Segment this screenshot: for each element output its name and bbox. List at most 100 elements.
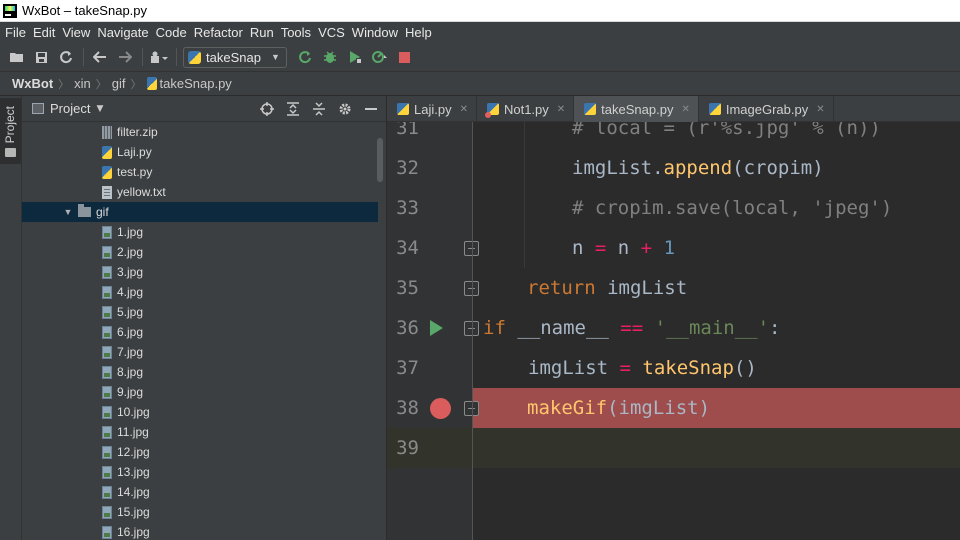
image-file-icon	[102, 505, 112, 519]
tree-file-jpg[interactable]: 14.jpg	[22, 482, 378, 502]
tree-file-jpg[interactable]: 6.jpg	[22, 322, 378, 342]
expand-all-icon[interactable]	[284, 100, 302, 118]
python-file-icon	[708, 103, 721, 115]
run-configuration-select[interactable]: takeSnap ▼	[183, 46, 287, 68]
menu-refactor[interactable]: Refactor	[194, 25, 243, 40]
gear-icon[interactable]	[336, 100, 354, 118]
chevron-down-icon[interactable]: ▼	[96, 104, 103, 114]
project-panel-title[interactable]: Project	[50, 101, 90, 116]
tree-item-label: 10.jpg	[117, 405, 150, 419]
tab-label: takeSnap.py	[601, 101, 674, 117]
tab-takesnap-py[interactable]: takeSnap.py ✕	[574, 96, 699, 122]
tree-file-jpg[interactable]: 7.jpg	[22, 342, 378, 362]
project-tree-scrollbar[interactable]	[377, 138, 383, 182]
run-coverage-icon[interactable]	[345, 47, 365, 67]
python-file-icon	[146, 77, 157, 90]
tree-file-filter-zip[interactable]: filter.zip	[22, 122, 378, 142]
hide-panel-icon[interactable]	[362, 100, 380, 118]
tree-file-jpg[interactable]: 3.jpg	[22, 262, 378, 282]
tab-imagegrab-py[interactable]: ImageGrab.py ✕	[699, 96, 834, 122]
back-icon[interactable]	[90, 47, 110, 67]
image-file-icon	[102, 305, 112, 319]
tree-file-jpg[interactable]: 9.jpg	[22, 382, 378, 402]
zip-file-icon	[102, 125, 112, 139]
menu-code[interactable]: Code	[156, 25, 187, 40]
image-file-icon	[102, 325, 112, 339]
tab-not1-py[interactable]: Not1.py ✕	[477, 96, 575, 122]
menu-run[interactable]: Run	[250, 25, 274, 40]
project-tool-tab[interactable]: Project	[0, 98, 21, 164]
tree-file-jpg[interactable]: 2.jpg	[22, 242, 378, 262]
menu-navigate[interactable]: Navigate	[97, 25, 148, 40]
tree-file-jpg[interactable]: 16.jpg	[22, 522, 378, 540]
menu-help[interactable]: Help	[405, 25, 432, 40]
gutter-divider	[472, 122, 473, 540]
line-number: 37	[396, 357, 419, 379]
image-file-icon	[102, 265, 112, 279]
menu-vcs[interactable]: VCS	[318, 25, 345, 40]
python-file-icon	[188, 50, 201, 64]
tree-file-jpg[interactable]: 10.jpg	[22, 402, 378, 422]
save-icon[interactable]	[31, 47, 51, 67]
image-file-icon	[102, 445, 112, 459]
tree-item-label: 8.jpg	[117, 365, 144, 379]
tree-file-jpg[interactable]: 1.jpg	[22, 222, 378, 242]
code-comment: # local = (r'%s.jpg' % (n))	[572, 122, 881, 139]
code-editor[interactable]: 31 # local = (r'%s.jpg' % (n)) 32 imgLis…	[387, 122, 960, 540]
breakpoint-icon[interactable]	[430, 398, 451, 419]
tree-file-jpg[interactable]: 12.jpg	[22, 442, 378, 462]
close-icon[interactable]: ✕	[460, 104, 468, 115]
menu-view[interactable]: View	[62, 25, 90, 40]
tree-file-jpg[interactable]: 13.jpg	[22, 462, 378, 482]
run-gutter-icon[interactable]	[430, 320, 443, 336]
chevron-down-icon: ▼	[270, 52, 280, 62]
menu-file[interactable]: File	[5, 25, 26, 40]
tree-file-test-py[interactable]: test.py	[22, 162, 378, 182]
forward-icon[interactable]	[115, 47, 135, 67]
vcs-icon[interactable]	[149, 47, 169, 67]
close-icon[interactable]: ✕	[557, 104, 565, 115]
stop-icon[interactable]	[395, 47, 415, 67]
tree-file-jpg[interactable]: 5.jpg	[22, 302, 378, 322]
line-number: 36	[396, 317, 419, 339]
menu-edit[interactable]: Edit	[33, 25, 55, 40]
image-file-icon	[102, 345, 112, 359]
tree-item-label: test.py	[117, 165, 153, 179]
locate-file-icon[interactable]	[258, 100, 276, 118]
breadcrumb-file[interactable]: takeSnap.py	[160, 76, 232, 91]
profile-icon[interactable]	[370, 47, 390, 67]
tree-file-jpg[interactable]: 8.jpg	[22, 362, 378, 382]
tree-file-jpg[interactable]: 15.jpg	[22, 502, 378, 522]
close-icon[interactable]: ✕	[816, 104, 824, 115]
tree-folder-gif[interactable]: ▼ gif	[22, 202, 378, 222]
tree-file-jpg[interactable]: 11.jpg	[22, 422, 378, 442]
image-file-icon	[102, 385, 112, 399]
sync-icon[interactable]	[56, 47, 76, 67]
menu-tools[interactable]: Tools	[281, 25, 311, 40]
tree-file-yellow-txt[interactable]: yellow.txt	[22, 182, 378, 202]
breadcrumb-folder-xin[interactable]: xin	[74, 76, 91, 91]
tree-item-label: 7.jpg	[117, 345, 144, 359]
project-panel-header: Project ▼	[22, 96, 386, 122]
python-file-icon	[102, 145, 112, 159]
image-file-icon	[102, 365, 112, 379]
code-comment: # cropim.save(local, 'jpeg')	[572, 197, 893, 219]
breadcrumb-project[interactable]: WxBot	[12, 76, 53, 91]
indent-guide	[524, 228, 525, 268]
tree-item-label: 12.jpg	[117, 445, 150, 459]
collapse-all-icon[interactable]	[310, 100, 328, 118]
chevron-down-icon[interactable]: ▼	[62, 207, 74, 217]
open-folder-icon[interactable]	[6, 47, 26, 67]
menu-window[interactable]: Window	[352, 25, 398, 40]
close-icon[interactable]: ✕	[681, 104, 689, 115]
tab-laji-py[interactable]: Laji.py ✕	[387, 96, 477, 122]
toolbar-separator	[176, 48, 177, 66]
rerun-icon[interactable]	[295, 47, 315, 67]
tree-file-laji-py[interactable]: Laji.py	[22, 142, 378, 162]
debug-icon[interactable]	[320, 47, 340, 67]
tree-file-jpg[interactable]: 4.jpg	[22, 282, 378, 302]
pycharm-app-icon	[3, 3, 17, 18]
image-file-icon	[102, 245, 112, 259]
breadcrumb-folder-gif[interactable]: gif	[112, 76, 126, 91]
title-bar: WxBot – takeSnap.py	[0, 0, 960, 22]
